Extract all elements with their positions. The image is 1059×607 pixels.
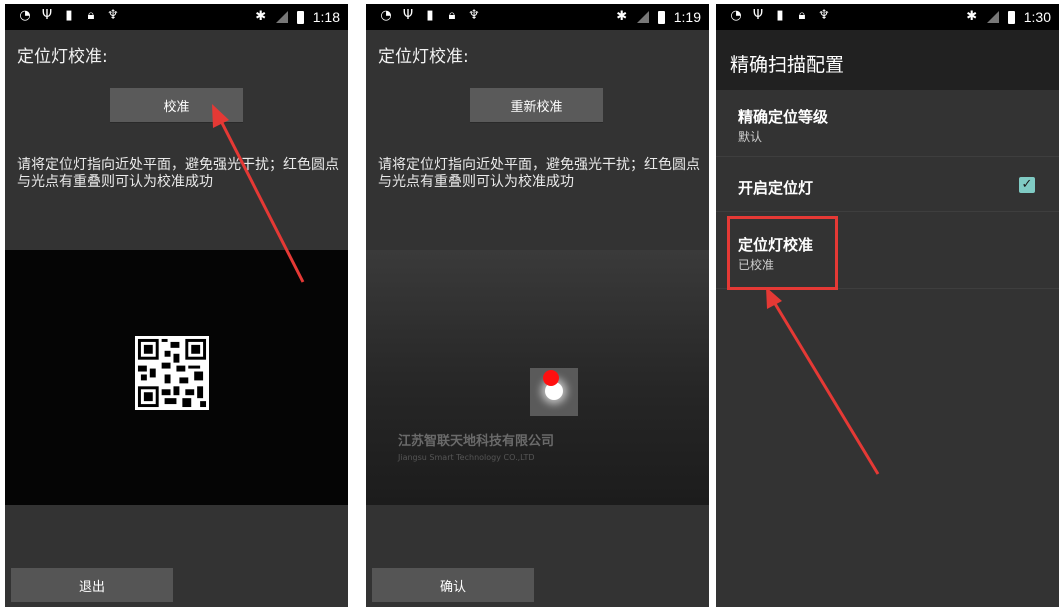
page-title: 精确扫描配置 <box>730 54 845 76</box>
page-title: 定位灯校准: <box>17 47 108 67</box>
page-title: 定位灯校准: <box>378 47 469 67</box>
usb-icon: Ψ <box>752 8 764 23</box>
printed-company-name: 江苏智联天地科技有限公司 <box>398 434 555 449</box>
checkbox-checked-icon[interactable]: ✓ <box>1019 177 1035 193</box>
red-target-dot <box>543 370 559 386</box>
android-icon: ♆ <box>468 8 480 23</box>
signal-icon <box>275 11 288 23</box>
bluetooth-icon: ✱ <box>616 9 628 24</box>
wifi-icon: ◔ <box>730 8 742 23</box>
pref-summary: 默认 <box>738 130 763 144</box>
pref-enable-aim-light[interactable]: 开启定位灯 ✓ <box>716 157 1059 212</box>
printed-label: 江苏智联天地科技有限公司 Jiangsu Smart Technology CO… <box>398 430 598 463</box>
signal-icon <box>636 11 649 23</box>
highlight-box <box>727 216 838 290</box>
battery-icon <box>296 10 304 24</box>
status-time: 1:18 <box>312 9 340 25</box>
status-bar: ◔ Ψ ▮ 🔒︎ ♆ ✱ 1:30 <box>716 4 1059 30</box>
hint-text: 请将定位灯指向近处平面，避免强光干扰；红色圆点与光点有重叠则可认为校准成功 <box>378 157 700 190</box>
camera-preview: 江苏智联天地科技有限公司 Jiangsu Smart Technology CO… <box>366 250 709 505</box>
pref-precise-level[interactable]: 精确定位等级 默认 <box>716 90 1059 157</box>
screen-recalibrate: ◔ Ψ ▮ 🔒︎ ♆ ✱ 1:19 定位灯校准: 重新校准 请将定位灯指向近处平… <box>366 4 709 607</box>
lock-icon: 🔒︎ <box>87 8 95 23</box>
sim-icon: ▮ <box>426 8 434 23</box>
camera-preview <box>5 250 348 505</box>
signal-icon <box>986 11 999 23</box>
hint-text: 请将定位灯指向近处平面，避免强光干扰；红色圆点与光点有重叠则可认为校准成功 <box>17 157 339 190</box>
screen-calibrate: ◔ Ψ ▮ 🔒︎ ♆ ✱ 1:18 定位灯校准: 校准 请将定位灯指向近处平面，… <box>5 4 348 607</box>
sim-icon: ▮ <box>776 8 784 23</box>
status-time: 1:30 <box>1023 9 1051 25</box>
app-bar: 精确扫描配置 <box>716 30 1059 90</box>
android-icon: ♆ <box>818 8 830 23</box>
battery-icon <box>657 10 665 24</box>
status-bar: ◔ Ψ ▮ 🔒︎ ♆ ✱ 1:18 <box>5 4 348 30</box>
wifi-icon: ◔ <box>380 8 392 23</box>
calibrate-button[interactable]: 校准 <box>110 88 243 123</box>
exit-button[interactable]: 退出 <box>11 568 173 602</box>
qr-code <box>135 336 209 410</box>
status-bar: ◔ Ψ ▮ 🔒︎ ♆ ✱ 1:19 <box>366 4 709 30</box>
recalibrate-button[interactable]: 重新校准 <box>470 88 603 123</box>
printed-company-english: Jiangsu Smart Technology CO.,LTD <box>398 453 535 462</box>
status-time: 1:19 <box>673 9 701 25</box>
usb-icon: Ψ <box>41 8 53 23</box>
screen-scan-settings: ◔ Ψ ▮ 🔒︎ ♆ ✱ 1:30 精确扫描配置 精确定位等级 默认 开启定位灯… <box>716 4 1059 607</box>
lock-icon: 🔒︎ <box>798 8 806 23</box>
battery-icon <box>1007 10 1015 24</box>
confirm-button[interactable]: 确认 <box>372 568 534 602</box>
android-icon: ♆ <box>107 8 119 23</box>
sim-icon: ▮ <box>65 8 73 23</box>
wifi-icon: ◔ <box>19 8 31 23</box>
bluetooth-icon: ✱ <box>966 9 978 24</box>
usb-icon: Ψ <box>402 8 414 23</box>
pref-title: 开启定位灯 <box>738 179 814 197</box>
lock-icon: 🔒︎ <box>448 8 456 23</box>
pref-title: 精确定位等级 <box>738 108 829 126</box>
bluetooth-icon: ✱ <box>255 9 267 24</box>
